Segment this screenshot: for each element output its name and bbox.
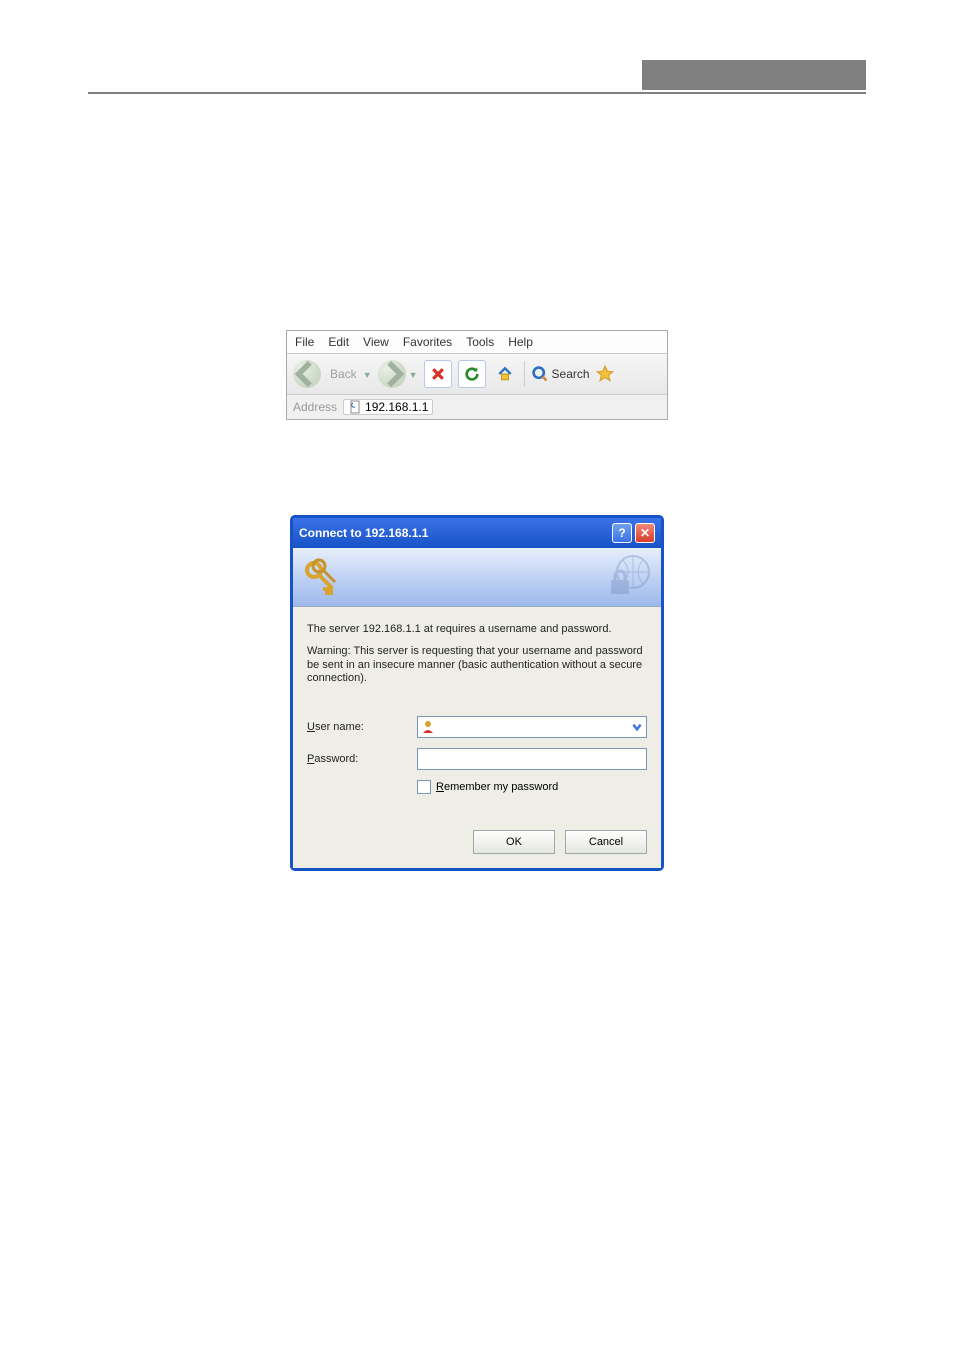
- username-input[interactable]: [417, 716, 647, 738]
- address-value[interactable]: 192.168.1.1: [343, 399, 433, 415]
- auth-dialog: Connect to 192.168.1.1 ? ✕ The server 19…: [290, 515, 664, 871]
- refresh-icon[interactable]: [458, 360, 486, 388]
- address-label: Address: [293, 400, 337, 414]
- search-icon: [531, 365, 549, 383]
- menubar: File Edit View Favorites Tools Help: [287, 331, 667, 354]
- page-icon: [348, 400, 362, 414]
- remember-label: Remember my password: [436, 781, 558, 793]
- search-label: Search: [552, 367, 590, 381]
- home-icon[interactable]: [492, 361, 518, 387]
- menu-view[interactable]: View: [363, 335, 389, 349]
- header-band: [642, 60, 866, 90]
- back-icon[interactable]: [293, 360, 321, 388]
- remember-checkbox[interactable]: Remember my password: [417, 780, 647, 794]
- dialog-body: The server 192.168.1.1 at requires a use…: [293, 607, 661, 868]
- cancel-button[interactable]: Cancel: [565, 830, 647, 854]
- menu-file[interactable]: File: [295, 335, 314, 349]
- ok-button[interactable]: OK: [473, 830, 555, 854]
- password-input[interactable]: [417, 748, 647, 770]
- toolbar-divider: [524, 361, 525, 387]
- favorites-star-icon[interactable]: [596, 365, 614, 383]
- globe-lock-icon: [603, 552, 653, 602]
- forward-dropdown-icon[interactable]: ▼: [409, 370, 418, 380]
- menu-tools[interactable]: Tools: [466, 335, 494, 349]
- stop-icon[interactable]: [424, 360, 452, 388]
- menu-edit[interactable]: Edit: [328, 335, 349, 349]
- search-button[interactable]: Search: [531, 365, 590, 383]
- dialog-title: Connect to 192.168.1.1: [299, 526, 428, 540]
- user-icon: [421, 720, 435, 734]
- dialog-titlebar: Connect to 192.168.1.1 ? ✕: [293, 518, 661, 548]
- browser-bar-figure: File Edit View Favorites Tools Help Back…: [286, 330, 668, 420]
- menu-help[interactable]: Help: [508, 335, 533, 349]
- auth-message-1: The server 192.168.1.1 at requires a use…: [307, 623, 647, 637]
- address-bar: Address 192.168.1.1: [287, 395, 667, 419]
- keys-icon: [301, 557, 341, 597]
- dropdown-icon[interactable]: [631, 721, 643, 733]
- dialog-banner: [293, 548, 661, 607]
- auth-message-2: Warning: This server is requesting that …: [307, 645, 647, 686]
- toolbar: Back ▼ ▼ Search: [287, 354, 667, 395]
- username-label: User name:: [307, 721, 417, 733]
- menu-favorites[interactable]: Favorites: [403, 335, 452, 349]
- context-help-button[interactable]: ?: [612, 523, 632, 543]
- close-button[interactable]: ✕: [635, 523, 655, 543]
- address-text: 192.168.1.1: [365, 400, 428, 414]
- checkbox-box: [417, 780, 431, 794]
- header-rule: [88, 92, 866, 94]
- password-label: Password:: [307, 753, 417, 765]
- back-dropdown-icon[interactable]: ▼: [363, 370, 372, 380]
- back-label: Back: [330, 367, 357, 381]
- forward-icon[interactable]: [378, 360, 406, 388]
